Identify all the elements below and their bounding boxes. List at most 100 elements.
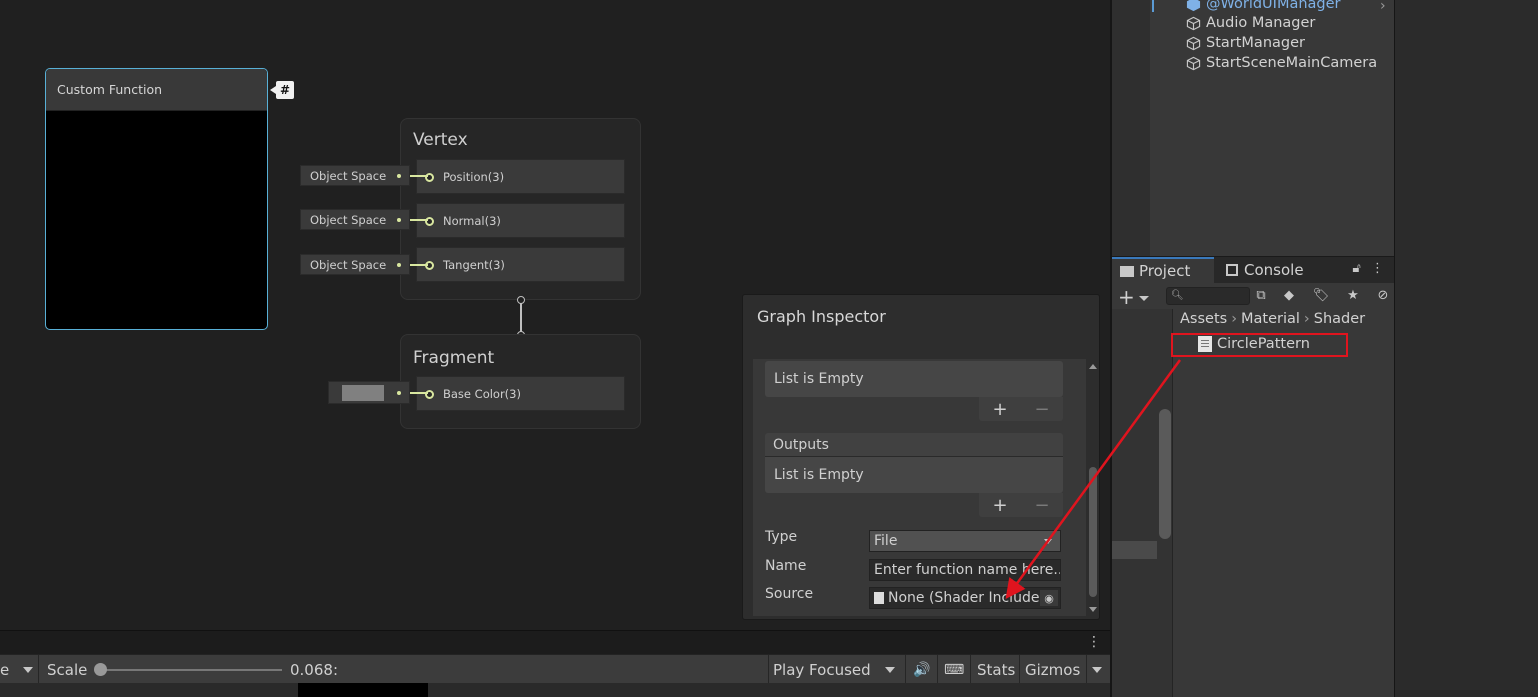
breadcrumb-material[interactable]: Material xyxy=(1241,311,1300,327)
source-label: Source xyxy=(765,586,814,602)
stack-connector xyxy=(520,300,522,335)
dot-icon xyxy=(397,263,401,267)
chevron-down-icon xyxy=(23,666,34,673)
outputs-list: List is Empty xyxy=(765,457,1063,493)
name-label: Name xyxy=(765,558,807,574)
color-swatch[interactable] xyxy=(342,385,384,401)
gizmos-button[interactable]: Gizmos xyxy=(1025,655,1080,684)
hash-icon[interactable]: # xyxy=(270,81,294,99)
keyboard-icon[interactable]: ⌨ xyxy=(944,655,964,684)
hidden-eye-icon[interactable]: ⊘ xyxy=(1374,287,1392,305)
audio-mute-icon[interactable]: 🔊 xyxy=(913,655,930,684)
project-panel: Project Console 🔓︎ ⋮ + 🔍︎ ⧉ ◆ 🏷︎ ★ ⊘ Ass… xyxy=(1112,256,1394,697)
hierarchy-item-label: Audio Manager xyxy=(1206,15,1316,31)
vertex-stack[interactable]: Vertex Position(3) Normal(3) Tangent(3) xyxy=(400,118,641,300)
inputs-list-controls: + − xyxy=(979,397,1063,421)
chevron-right-icon: › xyxy=(1303,311,1310,327)
hierarchy-item[interactable]: Audio Manager xyxy=(1186,13,1315,33)
fragment-title: Fragment xyxy=(413,348,495,368)
inspector-side-panel xyxy=(1394,0,1538,697)
hierarchy-item-label: StartSceneMainCamera xyxy=(1206,55,1378,71)
folder-tree-scrollbar[interactable] xyxy=(1159,409,1171,539)
tab-label: Project xyxy=(1139,262,1191,280)
normal-space-input[interactable]: Object Space xyxy=(300,209,410,230)
stats-button[interactable]: Stats xyxy=(977,655,1015,684)
console-icon xyxy=(1226,264,1238,276)
scale-slider[interactable] xyxy=(100,669,282,671)
divider xyxy=(38,655,39,684)
tab-console[interactable]: Console xyxy=(1218,257,1322,283)
dot-icon xyxy=(397,391,401,395)
remove-output-button[interactable]: − xyxy=(1034,495,1049,516)
add-output-button[interactable]: + xyxy=(992,495,1007,516)
remove-input-button[interactable]: − xyxy=(1034,399,1049,420)
scroll-down-icon[interactable] xyxy=(1089,607,1097,612)
function-name-input[interactable]: Enter function name here... xyxy=(869,559,1061,581)
game-view-render xyxy=(298,683,428,697)
star-icon[interactable]: ★ xyxy=(1344,287,1362,305)
scale-value: 0.068: xyxy=(290,660,338,679)
object-picker-icon[interactable]: ◉ xyxy=(1040,590,1058,606)
dot-icon xyxy=(397,174,401,178)
source-object-field[interactable]: None (Shader Include) ◉ xyxy=(869,587,1061,609)
gameobject-icon xyxy=(1186,36,1201,50)
graph-inspector[interactable]: Graph Inspector List is Empty + − Output… xyxy=(742,294,1100,620)
input-wire xyxy=(410,264,428,266)
hierarchy-gutter xyxy=(1112,0,1150,256)
divider xyxy=(970,655,971,684)
add-input-button[interactable]: + xyxy=(992,399,1007,420)
tangent-block[interactable]: Tangent(3) xyxy=(416,247,625,282)
project-folder-tree[interactable] xyxy=(1112,309,1173,697)
position-space-input[interactable]: Object Space xyxy=(300,165,410,186)
hierarchy-item[interactable]: @WorldUIManager xyxy=(1186,0,1341,14)
search-by-type-icon[interactable]: ⧉ xyxy=(1252,287,1270,305)
scale-slider-knob[interactable] xyxy=(94,663,107,676)
chevron-right-icon[interactable]: › xyxy=(1380,0,1386,14)
normal-block[interactable]: Normal(3) xyxy=(416,203,625,238)
selected-folder-row[interactable] xyxy=(1112,541,1157,559)
search-icon: 🔍︎ xyxy=(1171,290,1184,301)
breadcrumb-shader[interactable]: Shader xyxy=(1314,311,1365,327)
vertex-title: Vertex xyxy=(413,130,468,150)
outputs-list-controls: + − xyxy=(979,493,1063,517)
tab-project[interactable]: Project xyxy=(1112,257,1214,283)
divider xyxy=(937,655,938,684)
position-block[interactable]: Position(3) xyxy=(416,159,625,194)
hierarchy-item[interactable]: StartSceneMainCamera xyxy=(1186,53,1377,73)
play-mode-dropdown[interactable]: Play Focused xyxy=(773,655,895,684)
block-label: Tangent(3) xyxy=(443,257,505,272)
label-tag-icon[interactable]: 🏷︎ xyxy=(1312,287,1330,305)
shader-graph-canvas[interactable]: Custom Function # Vertex Position(3) Nor… xyxy=(0,0,1110,630)
scroll-up-icon[interactable] xyxy=(1089,364,1097,369)
create-button[interactable]: + xyxy=(1118,285,1149,309)
breadcrumb-assets[interactable]: Assets xyxy=(1180,311,1227,327)
base-color-block[interactable]: Base Color(3) xyxy=(416,376,625,411)
inspector-scrollbar[interactable] xyxy=(1086,359,1100,616)
fragment-stack[interactable]: Fragment Base Color(3) xyxy=(400,334,641,429)
type-dropdown[interactable]: File xyxy=(869,530,1061,552)
lock-icon[interactable]: 🔓︎ xyxy=(1352,261,1360,276)
chevron-down-icon xyxy=(1092,666,1102,673)
source-value: None (Shader Include) xyxy=(888,590,1045,606)
display-dropdown[interactable]: e xyxy=(0,655,34,684)
play-mode-label: Play Focused xyxy=(773,660,871,679)
custom-function-node[interactable]: Custom Function xyxy=(45,68,268,330)
chevron-right-icon: › xyxy=(1231,311,1238,327)
input-wire xyxy=(410,219,428,221)
more-options-icon[interactable]: ⋮ xyxy=(1087,635,1101,649)
display-dropdown-label: e xyxy=(0,660,10,679)
breadcrumb: Assets › Material › Shader xyxy=(1180,311,1365,327)
chevron-down-icon xyxy=(884,666,895,673)
tab-controls: 🔓︎ ⋮ xyxy=(1352,261,1384,276)
search-input[interactable]: 🔍︎ xyxy=(1166,287,1250,305)
folder-icon xyxy=(1120,265,1134,277)
more-options-icon[interactable]: ⋮ xyxy=(1371,261,1384,276)
divider xyxy=(1086,655,1087,684)
base-color-input[interactable] xyxy=(328,381,410,404)
hierarchy-item[interactable]: StartManager xyxy=(1186,33,1305,53)
type-label: Type xyxy=(765,529,798,545)
scroll-thumb[interactable] xyxy=(1089,467,1097,597)
filter-type-icon[interactable]: ◆ xyxy=(1280,287,1298,305)
tangent-space-input[interactable]: Object Space xyxy=(300,254,410,275)
gizmos-dropdown[interactable] xyxy=(1092,655,1102,684)
